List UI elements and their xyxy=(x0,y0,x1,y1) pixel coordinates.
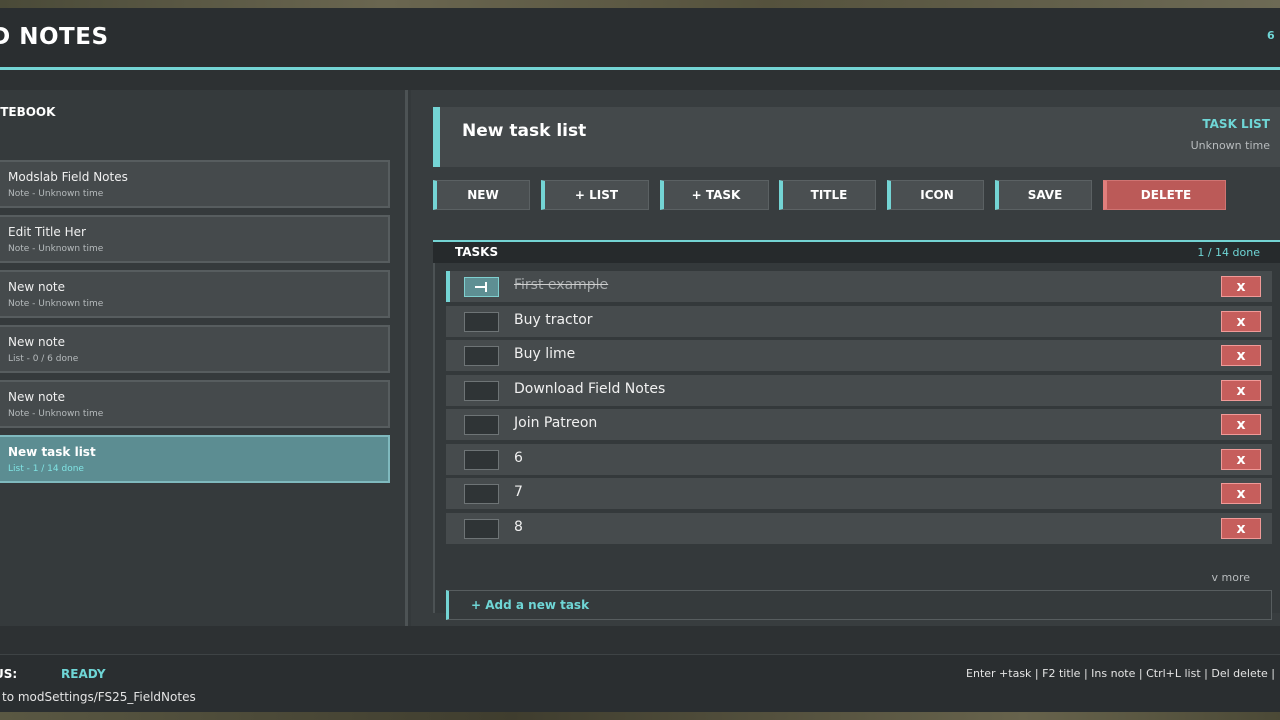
task-text[interactable]: 8 xyxy=(514,519,523,535)
note-subtitle: Note - Unknown time xyxy=(8,189,104,199)
note-title: Modslab Field Notes xyxy=(8,170,128,184)
notebook-sidebar: OTEBOOK Modslab Field Notes Note - Unkno… xyxy=(0,90,408,626)
delete-task-button[interactable]: x xyxy=(1221,518,1261,539)
task-text[interactable]: First example xyxy=(514,277,608,293)
add-list-button[interactable]: + LIST xyxy=(541,180,649,210)
task-text[interactable]: Buy lime xyxy=(514,346,575,362)
add-task-button[interactable]: + TASK xyxy=(660,180,769,210)
sidebar-item-note[interactable]: New note List - 0 / 6 done xyxy=(0,325,390,373)
task-checkbox[interactable] xyxy=(464,484,499,504)
task-row: Buy tractor x xyxy=(446,306,1272,337)
note-subtitle: Note - Unknown time xyxy=(8,409,104,419)
note-title: New note xyxy=(8,335,66,349)
task-checkbox[interactable] xyxy=(464,519,499,539)
task-checkbox[interactable] xyxy=(464,381,499,401)
delete-button[interactable]: DELETE xyxy=(1103,180,1226,210)
header-right-text: 6 xyxy=(1267,29,1275,42)
status-value: READY xyxy=(61,667,106,681)
task-list: First example x Buy tractor x Buy lime x… xyxy=(433,263,1280,620)
task-text[interactable]: Download Field Notes xyxy=(514,381,665,397)
editor-panel: New task list TASK LIST Unknown time NEW… xyxy=(411,90,1280,626)
save-button[interactable]: SAVE xyxy=(995,180,1092,210)
delete-task-button[interactable]: x xyxy=(1221,380,1261,401)
note-title-bar: New task list TASK LIST Unknown time xyxy=(433,107,1280,167)
new-button[interactable]: NEW xyxy=(433,180,530,210)
task-checkbox[interactable] xyxy=(464,346,499,366)
task-row: 7 x xyxy=(446,478,1272,509)
title-accent-bar xyxy=(433,107,440,167)
add-new-task-button[interactable]: + Add a new task xyxy=(446,590,1272,620)
task-text[interactable]: Join Patreon xyxy=(514,415,597,431)
task-row: Join Patreon x xyxy=(446,409,1272,440)
status-bar: US: READY to modSettings/FS25_FieldNotes… xyxy=(0,654,1280,712)
sidebar-item-note[interactable]: Modslab Field Notes Note - Unknown time xyxy=(0,160,390,208)
task-row: First example x xyxy=(446,271,1272,302)
task-checkbox[interactable] xyxy=(464,277,499,297)
delete-task-button[interactable]: x xyxy=(1221,414,1261,435)
add-new-task-label: + Add a new task xyxy=(471,598,590,612)
task-checkbox[interactable] xyxy=(464,312,499,332)
task-row: 8 x xyxy=(446,513,1272,544)
tasks-title: TASKS xyxy=(455,245,499,259)
sidebar-title: OTEBOOK xyxy=(0,105,56,119)
delete-task-button[interactable]: x xyxy=(1221,311,1261,332)
sidebar-item-note[interactable]: New note Note - Unknown time xyxy=(0,270,390,318)
app-header: LD NOTES ab 6 xyxy=(0,8,1280,70)
task-checkbox[interactable] xyxy=(464,415,499,435)
app-title: LD NOTES xyxy=(0,24,109,50)
task-row: Download Field Notes x xyxy=(446,375,1272,406)
task-row: 6 x xyxy=(446,444,1272,475)
tasks-header: TASKS 1 / 14 done xyxy=(433,240,1280,263)
field-notes-window: LD NOTES ab 6 OTEBOOK Modslab Field Note… xyxy=(0,8,1280,712)
header-divider xyxy=(0,67,1280,70)
keyboard-shortcuts-hint: Enter +task | F2 title | Ins note | Ctrl… xyxy=(966,667,1275,680)
note-heading: New task list xyxy=(462,121,587,141)
task-checkbox[interactable] xyxy=(464,450,499,470)
note-subtitle: Note - Unknown time xyxy=(8,244,104,254)
delete-task-button[interactable]: x xyxy=(1221,345,1261,366)
sidebar-item-note[interactable]: Edit Title Her Note - Unknown time xyxy=(0,215,390,263)
note-title: New note xyxy=(8,280,66,294)
tasks-progress: 1 / 14 done xyxy=(1197,246,1260,259)
save-path-text: to modSettings/FS25_FieldNotes xyxy=(2,690,196,704)
main-area: OTEBOOK Modslab Field Notes Note - Unkno… xyxy=(0,90,1280,626)
sidebar-item-note-selected[interactable]: New task list List - 1 / 14 done xyxy=(0,435,390,483)
task-text[interactable]: 6 xyxy=(514,450,523,466)
note-title: New task list xyxy=(8,445,96,459)
icon-button[interactable]: ICON xyxy=(887,180,984,210)
task-text[interactable]: Buy tractor xyxy=(514,312,593,328)
note-kind-label: TASK LIST xyxy=(1202,117,1270,131)
delete-task-button[interactable]: x xyxy=(1221,276,1261,297)
task-text[interactable]: 7 xyxy=(514,484,523,500)
note-title: Edit Title Her xyxy=(8,225,86,239)
sidebar-item-note[interactable]: New note Note - Unknown time xyxy=(0,380,390,428)
status-label: US: xyxy=(0,667,18,681)
checkmark-icon xyxy=(475,282,487,292)
more-tasks-link[interactable]: v more xyxy=(1212,571,1251,584)
delete-task-button[interactable]: x xyxy=(1221,483,1261,504)
background-terrain-top xyxy=(0,0,1280,8)
note-time-label: Unknown time xyxy=(1190,139,1270,152)
task-row: Buy lime x xyxy=(446,340,1272,371)
note-subtitle: Note - Unknown time xyxy=(8,299,104,309)
note-title: New note xyxy=(8,390,66,404)
delete-task-button[interactable]: x xyxy=(1221,449,1261,470)
background-terrain-bottom xyxy=(0,712,1280,720)
note-subtitle: List - 0 / 6 done xyxy=(8,354,79,364)
note-subtitle: List - 1 / 14 done xyxy=(8,464,84,474)
title-button[interactable]: TITLE xyxy=(779,180,876,210)
